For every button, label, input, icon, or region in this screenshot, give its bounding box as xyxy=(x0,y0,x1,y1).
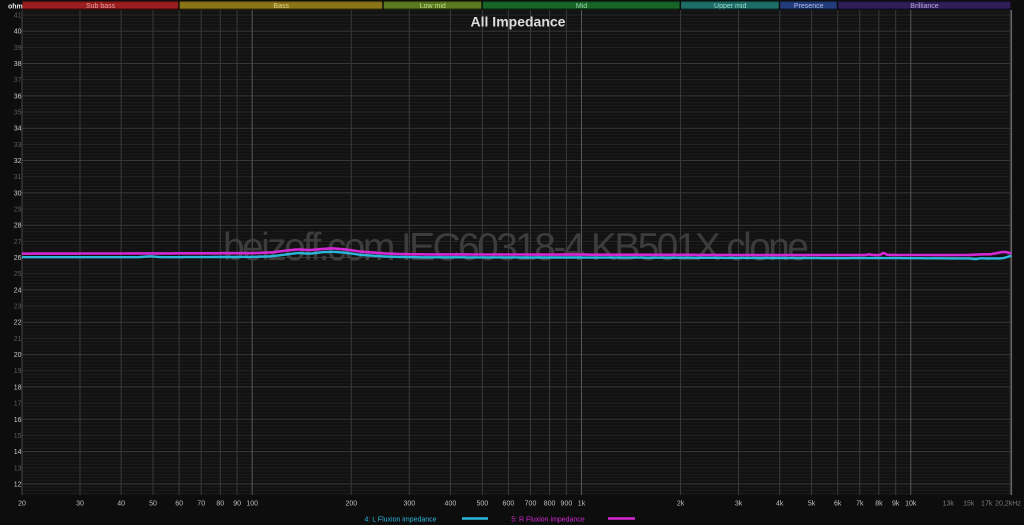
svg-text:8k: 8k xyxy=(875,501,883,508)
svg-text:3k: 3k xyxy=(735,501,743,508)
svg-text:32: 32 xyxy=(14,158,22,165)
svg-text:300: 300 xyxy=(403,501,415,508)
svg-text:10k: 10k xyxy=(905,501,917,508)
svg-text:beizoff.com IEC60318-4 KB501X: beizoff.com IEC60318-4 KB501X clone xyxy=(223,226,809,269)
svg-text:60: 60 xyxy=(175,501,183,508)
svg-text:14: 14 xyxy=(14,449,22,456)
svg-text:21: 21 xyxy=(14,336,22,343)
svg-text:30: 30 xyxy=(14,190,22,197)
svg-text:70: 70 xyxy=(197,501,205,508)
svg-text:33: 33 xyxy=(14,142,22,149)
svg-text:20: 20 xyxy=(14,352,22,359)
svg-text:23: 23 xyxy=(14,304,22,311)
svg-text:100: 100 xyxy=(246,501,258,508)
svg-text:13: 13 xyxy=(14,465,22,472)
svg-text:2k: 2k xyxy=(677,501,685,508)
svg-text:6k: 6k xyxy=(834,501,842,508)
svg-text:39: 39 xyxy=(14,45,22,52)
svg-text:15k: 15k xyxy=(963,501,975,508)
svg-text:16: 16 xyxy=(14,417,22,424)
svg-text:7k: 7k xyxy=(856,501,864,508)
svg-text:20: 20 xyxy=(18,501,26,508)
svg-text:All Impedance: All Impedance xyxy=(471,14,566,30)
svg-text:17: 17 xyxy=(14,401,22,408)
svg-text:900: 900 xyxy=(561,501,573,508)
svg-text:36: 36 xyxy=(14,93,22,100)
svg-text:19: 19 xyxy=(14,368,22,375)
svg-text:13k: 13k xyxy=(943,501,955,508)
svg-text:1k: 1k xyxy=(578,501,586,508)
svg-text:40: 40 xyxy=(14,29,22,36)
svg-text:50: 50 xyxy=(149,501,157,508)
svg-text:600: 600 xyxy=(503,501,515,508)
svg-text:18: 18 xyxy=(14,384,22,391)
svg-text:80: 80 xyxy=(216,501,224,508)
svg-text:34: 34 xyxy=(14,126,22,133)
svg-text:9k: 9k xyxy=(892,501,900,508)
svg-text:40: 40 xyxy=(117,501,125,508)
svg-text:700: 700 xyxy=(525,501,537,508)
svg-text:500: 500 xyxy=(476,501,488,508)
svg-text:28: 28 xyxy=(14,223,22,230)
svg-text:38: 38 xyxy=(14,61,22,68)
svg-text:400: 400 xyxy=(445,501,457,508)
svg-text:37: 37 xyxy=(14,77,22,84)
svg-text:200: 200 xyxy=(345,501,357,508)
svg-text:25: 25 xyxy=(14,271,22,278)
svg-text:5k: 5k xyxy=(808,501,816,508)
svg-text:41: 41 xyxy=(14,13,22,20)
svg-text:24: 24 xyxy=(14,287,22,294)
svg-text:27: 27 xyxy=(14,239,22,246)
svg-text:26: 26 xyxy=(14,255,22,262)
svg-text:12: 12 xyxy=(14,481,22,488)
svg-text:35: 35 xyxy=(14,110,22,117)
svg-text:30: 30 xyxy=(76,501,84,508)
svg-text:15: 15 xyxy=(14,433,22,440)
svg-text:22: 22 xyxy=(14,320,22,327)
svg-text:ohm: ohm xyxy=(8,4,23,11)
svg-text:17k: 17k xyxy=(981,501,993,508)
svg-text:800: 800 xyxy=(544,501,556,508)
svg-text:4: L Fluxion impedance: 4: L Fluxion impedance xyxy=(364,517,436,524)
svg-text:20,2kHz: 20,2kHz xyxy=(995,501,1021,508)
svg-text:31: 31 xyxy=(14,174,22,181)
svg-text:4k: 4k xyxy=(776,501,784,508)
svg-text:29: 29 xyxy=(14,207,22,214)
svg-text:5: R Fluxion impedance: 5: R Fluxion impedance xyxy=(511,517,585,524)
svg-text:90: 90 xyxy=(233,501,241,508)
